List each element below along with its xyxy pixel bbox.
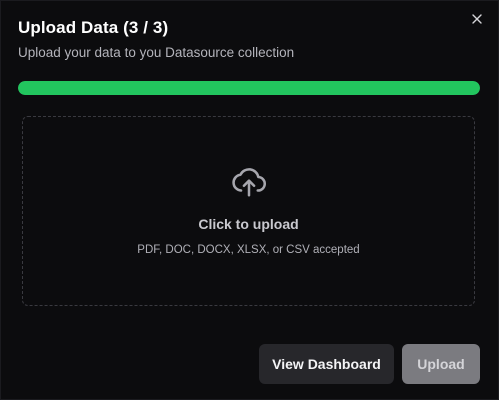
upload-progress-bar xyxy=(18,81,480,95)
close-icon xyxy=(472,14,482,24)
upload-progress-fill xyxy=(18,81,480,95)
close-button[interactable] xyxy=(469,11,485,27)
dialog-title: Upload Data (3 / 3) xyxy=(18,18,169,37)
dialog-subtitle: Upload your data to you Datasource colle… xyxy=(18,45,295,60)
dropzone-accepted-formats: PDF, DOC, DOCX, XLSX, or CSV accepted xyxy=(137,244,360,256)
upload-data-dialog: Upload Data (3 / 3) Upload your data to … xyxy=(0,0,499,400)
dropzone-title: Click to upload xyxy=(198,216,299,232)
cloud-upload-icon xyxy=(231,168,266,197)
upload-button[interactable]: Upload xyxy=(402,344,480,384)
view-dashboard-button[interactable]: View Dashboard xyxy=(259,344,394,384)
file-dropzone[interactable]: Click to upload PDF, DOC, DOCX, XLSX, or… xyxy=(22,116,475,306)
